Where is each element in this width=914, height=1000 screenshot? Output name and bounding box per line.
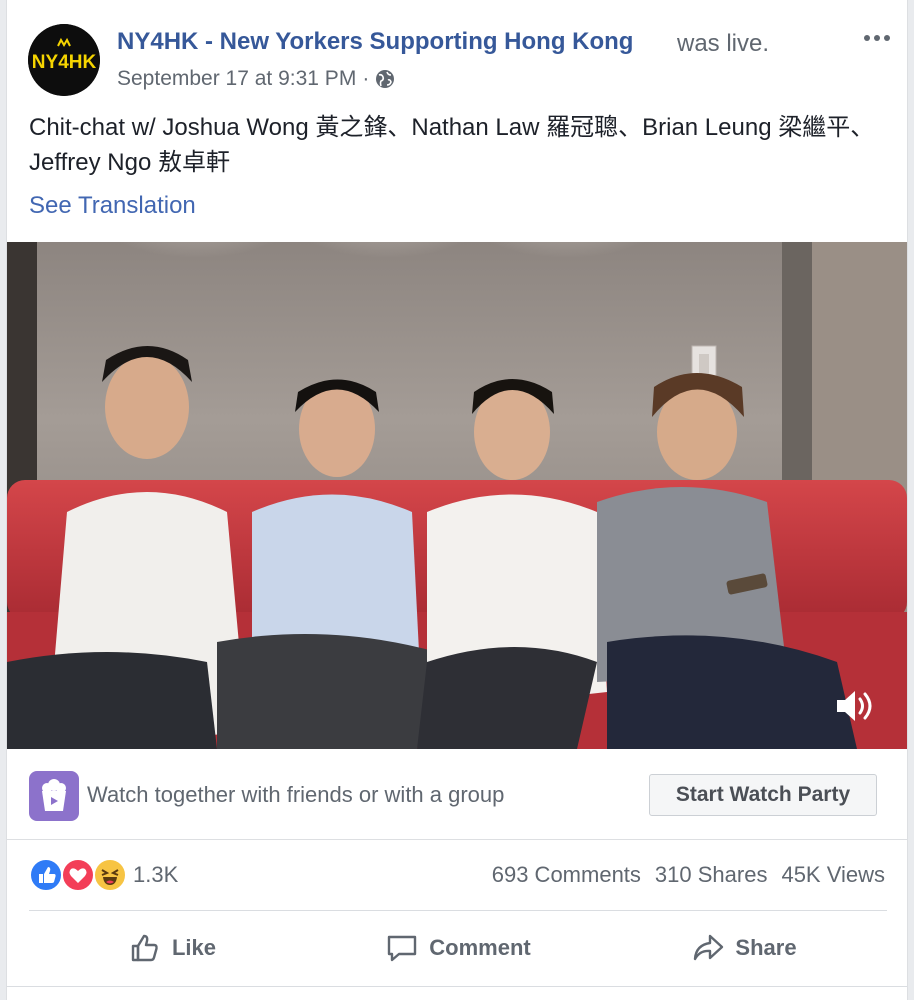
watch-party-bar: Watch together with friends or with a gr… <box>7 750 907 840</box>
shares-count[interactable]: 310 Shares <box>655 862 768 888</box>
avatar-logo: NY4HK <box>28 24 100 96</box>
see-translation-link[interactable]: See Translation <box>29 192 196 220</box>
page-name-link[interactable]: NY4HK - New Yorkers Supporting Hong Kong <box>117 28 633 56</box>
live-status-text: was live. <box>677 30 770 57</box>
video-frame <box>7 242 907 749</box>
share-button[interactable]: Share <box>601 915 887 981</box>
avatar-text: NY4HK <box>32 52 97 73</box>
globe-icon[interactable] <box>375 69 395 89</box>
share-icon <box>694 934 724 961</box>
comment-button[interactable]: Comment <box>315 915 601 981</box>
reaction-icons[interactable] <box>29 858 129 892</box>
start-watch-party-button[interactable]: Start Watch Party <box>649 774 877 816</box>
reaction-count[interactable]: 1.3K <box>133 862 178 888</box>
bottom-divider <box>7 986 907 987</box>
reactions-summary: 1.3K 693 Comments 310 Shares 45K Views <box>7 848 907 900</box>
thumbs-up-icon <box>131 934 158 962</box>
comment-icon <box>388 935 417 962</box>
divider <box>29 910 887 911</box>
comments-count[interactable]: 693 Comments <box>492 862 641 888</box>
post-message: Chit-chat w/ Joshua Wong 黃之鋒、Nathan Law … <box>29 114 875 176</box>
live-video[interactable] <box>7 242 907 749</box>
post-card: NY4HK NY4HK - New Yorkers Supporting Hon… <box>6 0 908 1000</box>
like-label: Like <box>171 935 217 960</box>
post-header: NY4HK NY4HK - New Yorkers Supporting Hon… <box>7 0 907 100</box>
timestamp-link[interactable]: September 17 at 9:31 PM <box>117 67 356 91</box>
volume-icon[interactable] <box>833 686 877 726</box>
like-button[interactable]: Like <box>29 915 315 981</box>
post-meta: September 17 at 9:31 PM · <box>117 66 395 92</box>
love-reaction-icon <box>61 858 95 892</box>
post-actions: Like Comment Share <box>29 915 887 981</box>
post-stats: 693 Comments 310 Shares 45K Views <box>492 862 885 888</box>
meta-separator: · <box>362 67 370 90</box>
share-label: Share <box>735 935 797 960</box>
watch-party-description: Watch together with friends or with a gr… <box>87 782 505 807</box>
haha-reaction-icon <box>93 858 127 892</box>
more-options-icon[interactable] <box>859 28 895 48</box>
like-reaction-icon <box>29 858 63 892</box>
comment-label: Comment <box>429 935 531 960</box>
popcorn-icon <box>29 771 79 821</box>
views-count[interactable]: 45K Views <box>781 862 885 888</box>
avatar[interactable]: NY4HK <box>28 24 100 96</box>
